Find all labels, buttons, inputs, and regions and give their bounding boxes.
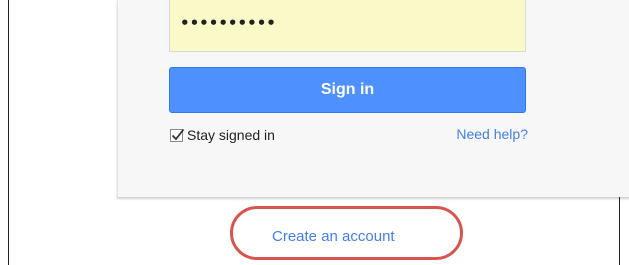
checkmark-icon xyxy=(171,128,185,140)
password-field[interactable]: •••••••••• xyxy=(169,0,526,52)
stay-signed-in-checkbox[interactable] xyxy=(170,128,185,142)
stay-signed-in-row: Stay signed in xyxy=(170,125,275,145)
stay-signed-in-label: Stay signed in xyxy=(187,127,275,143)
create-account-link[interactable]: Create an account xyxy=(272,228,395,245)
need-help-link[interactable]: Need help? xyxy=(456,126,528,142)
signin-button[interactable]: Sign in xyxy=(169,67,526,113)
